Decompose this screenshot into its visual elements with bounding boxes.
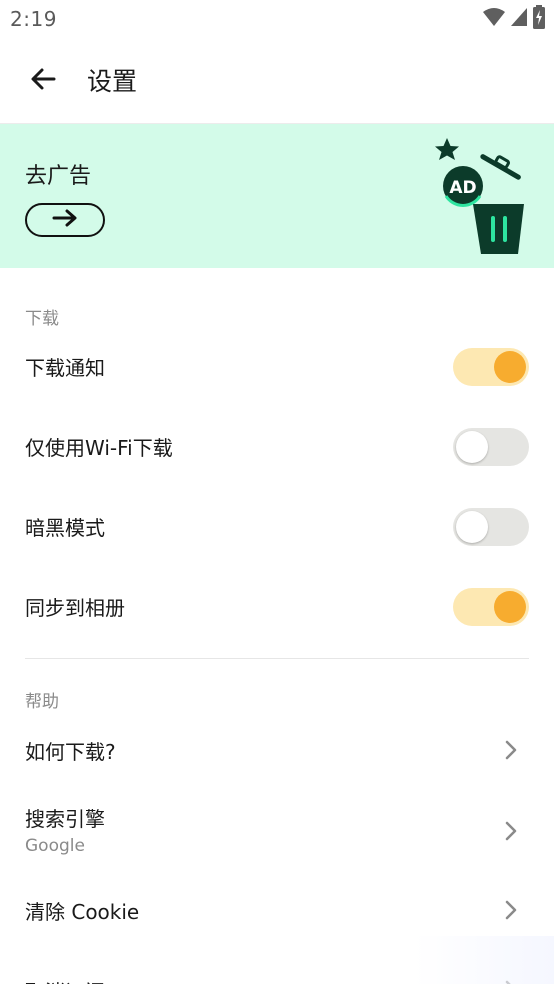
status-time: 2:19 — [10, 7, 57, 31]
overlay-fade — [414, 936, 554, 984]
toggle-knob — [456, 431, 488, 463]
arrow-right-icon — [52, 209, 78, 231]
arrow-left-icon — [29, 65, 57, 97]
setting-label: 下载通知 — [25, 356, 105, 380]
chevron-right-icon — [501, 899, 521, 921]
back-button[interactable] — [22, 60, 64, 102]
help-row-how-to-download[interactable]: 如何下载? — [0, 712, 554, 788]
banner-title: 去广告 — [25, 164, 92, 189]
wifi-only-toggle[interactable] — [453, 428, 529, 466]
dark-mode-toggle[interactable] — [453, 508, 529, 546]
toggle-knob — [456, 511, 488, 543]
section-header-download: 下载 — [25, 309, 59, 329]
battery-charging-icon — [532, 5, 546, 33]
section-divider — [25, 658, 529, 659]
cell-signal-icon — [510, 7, 528, 31]
setting-row-sync-to-album[interactable]: 同步到相册 — [0, 568, 554, 644]
help-label: 清除 Cookie — [25, 900, 140, 924]
section-header-help: 帮助 — [25, 692, 59, 712]
wifi-icon — [482, 7, 506, 31]
chevron-right-icon — [501, 820, 521, 842]
ad-badge-text: AD — [449, 178, 476, 198]
sync-to-album-toggle[interactable] — [453, 588, 529, 626]
remove-ads-button[interactable] — [25, 203, 105, 237]
toggle-knob — [494, 351, 526, 383]
help-row-search-engine[interactable]: 搜索引擎 Google — [0, 793, 554, 869]
download-notification-toggle[interactable] — [453, 348, 529, 386]
ad-trash-illustration: AD — [430, 136, 530, 260]
setting-row-download-notification[interactable]: 下载通知 — [0, 328, 554, 404]
toggle-knob — [494, 591, 526, 623]
setting-row-dark-mode[interactable]: 暗黑模式 — [0, 488, 554, 564]
setting-label: 同步到相册 — [25, 596, 125, 620]
setting-label: 仅使用Wi-Fi下载 — [25, 436, 173, 460]
help-label: 搜索引擎 — [25, 807, 105, 831]
status-bar: 2:19 — [0, 0, 554, 38]
page-title: 设置 — [87, 67, 138, 96]
chevron-right-icon — [501, 739, 521, 761]
settings-screen: 2:19 设置 去广告 AD 下载 下载通知 仅使用Wi-Fi下载 暗黑模式 同… — [0, 0, 554, 984]
help-label: 如何下载? — [25, 740, 116, 764]
setting-row-wifi-only[interactable]: 仅使用Wi-Fi下载 — [0, 408, 554, 484]
search-engine-value: Google — [25, 836, 85, 856]
setting-label: 暗黑模式 — [25, 516, 105, 540]
app-bar: 设置 — [0, 38, 554, 124]
remove-ads-banner[interactable]: 去广告 AD — [0, 124, 554, 268]
help-label: 取消订阅 — [25, 976, 105, 984]
